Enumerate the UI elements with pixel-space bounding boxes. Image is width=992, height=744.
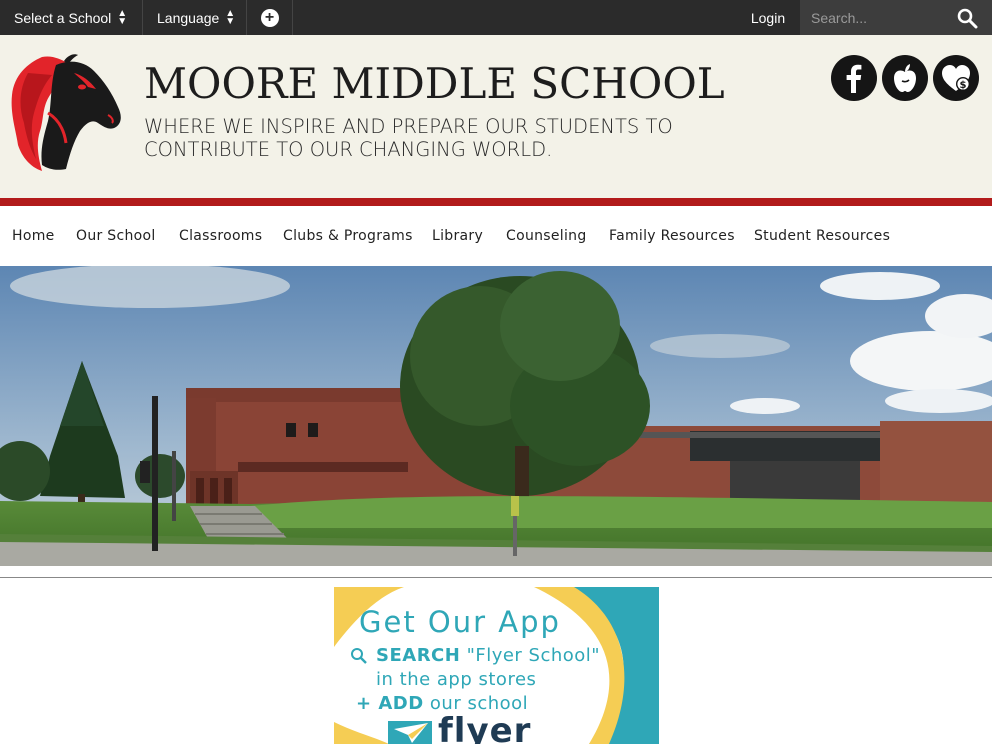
login-link[interactable]: Login [736, 0, 800, 35]
facebook-link[interactable] [831, 55, 877, 101]
school-tagline: WHERE WE INSPIRE AND PREPARE OUR STUDENT… [144, 115, 704, 161]
sort-arrows-icon: ▲ ▼ [225, 7, 236, 27]
apple-link[interactable] [882, 55, 928, 101]
school-select[interactable]: Select a School ▲ ▼ [0, 0, 143, 35]
donate-link[interactable]: $ [933, 55, 979, 101]
nav-item-home[interactable]: Home [12, 206, 55, 266]
tagline-line-1: WHERE WE INSPIRE AND PREPARE OUR STUDENT… [144, 115, 673, 138]
sort-arrows-icon: ▲ ▼ [117, 7, 128, 27]
search-icon [351, 648, 367, 664]
content-divider [0, 577, 992, 578]
tagline-line-2: CONTRIBUTE TO OUR CHANGING WORLD. [144, 138, 553, 161]
main-navigation: Home Our School Classrooms Clubs & Progr… [0, 206, 992, 266]
app-search-word: SEARCH [376, 645, 461, 666]
school-name[interactable]: MOORE MIDDLE SCHOOL [144, 59, 725, 108]
app-search-line: SEARCH "Flyer School" [376, 645, 600, 666]
nav-item-our-school[interactable]: Our School [76, 206, 156, 266]
search-icon[interactable] [956, 7, 980, 29]
app-search-query: "Flyer School" [466, 645, 601, 666]
get-our-app-banner[interactable]: Get Our App SEARCH "Flyer School" in the… [334, 587, 659, 744]
flyer-paper-plane-icon [388, 721, 432, 744]
school-select-label: Select a School [14, 9, 112, 26]
search-box [800, 0, 992, 35]
heart-money-icon: $ [942, 65, 970, 91]
nav-item-library[interactable]: Library [432, 206, 483, 266]
nav-item-classrooms[interactable]: Classrooms [179, 206, 262, 266]
facebook-icon [846, 64, 862, 93]
language-select[interactable]: Language ▲ ▼ [143, 0, 247, 35]
app-store-line: in the app stores [376, 669, 537, 690]
add-button[interactable]: + [247, 0, 293, 35]
nav-item-student-resources[interactable]: Student Resources [754, 206, 890, 266]
plus-circle-icon: + [260, 8, 279, 27]
school-building-hero-image [0, 266, 992, 566]
mustang-mascot-logo[interactable] [8, 53, 126, 175]
svg-text:$: $ [960, 80, 967, 91]
site-header: MOORE MIDDLE SCHOOL WHERE WE INSPIRE AND… [0, 35, 992, 198]
app-add-word: + ADD [356, 693, 424, 714]
flyer-brand-name: flyer [438, 711, 532, 744]
top-utility-bar: Select a School ▲ ▼ Language ▲ ▼ + Login [0, 0, 992, 35]
nav-item-counseling[interactable]: Counseling [506, 206, 587, 266]
apple-icon [894, 64, 916, 92]
header-accent-bar [0, 198, 992, 206]
app-banner-title: Get Our App [359, 605, 561, 639]
nav-item-family-resources[interactable]: Family Resources [609, 206, 735, 266]
search-input[interactable] [800, 0, 950, 35]
nav-item-clubs-programs[interactable]: Clubs & Programs [283, 206, 413, 266]
language-select-label: Language [157, 9, 220, 26]
